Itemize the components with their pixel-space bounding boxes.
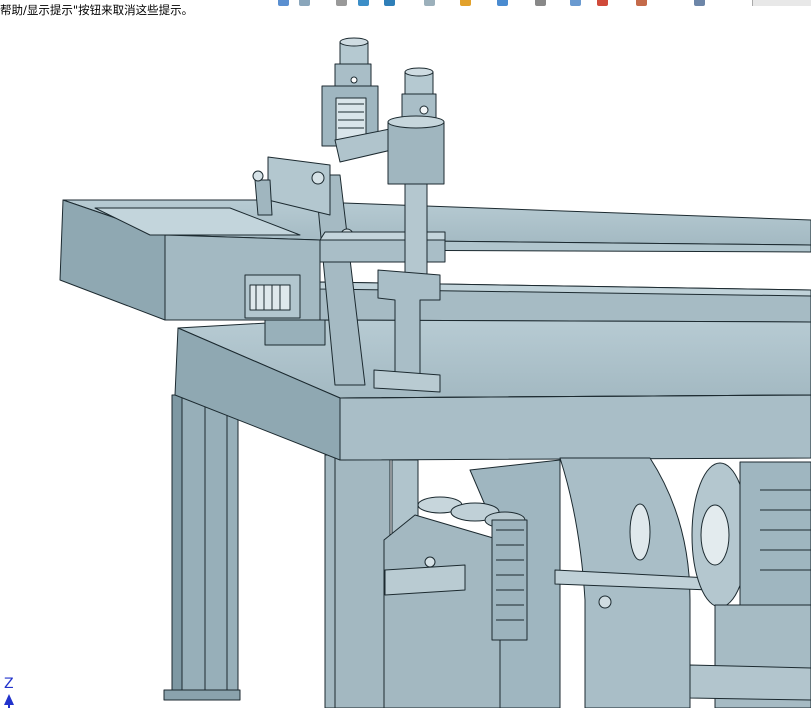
clipboard-icon[interactable] — [636, 0, 647, 6]
status-hint: 帮助/显示提示"按钮来取消这些提示。 — [0, 3, 194, 17]
z-axis-stem — [8, 700, 10, 708]
reducer-housing[interactable] — [554, 457, 711, 708]
window-icon[interactable] — [694, 0, 705, 6]
chart-icon[interactable] — [497, 0, 508, 6]
table-leg-left[interactable] — [163, 384, 241, 701]
document-icon[interactable] — [570, 0, 581, 6]
box-icon[interactable] — [384, 0, 395, 6]
delete-icon[interactable] — [597, 0, 608, 6]
cylinder-left[interactable] — [321, 37, 379, 147]
box-icon[interactable] — [358, 0, 369, 6]
cursor-icon[interactable] — [336, 0, 347, 6]
new-file-icon[interactable] — [278, 0, 289, 6]
gear-icon[interactable] — [460, 0, 471, 6]
wrench-icon[interactable] — [535, 0, 546, 6]
sphere-icon[interactable] — [424, 0, 435, 6]
3d-viewport[interactable] — [0, 18, 811, 708]
help-icon[interactable] — [752, 0, 811, 6]
z-axis-label: Z — [4, 676, 14, 692]
cube-icon[interactable] — [299, 0, 310, 6]
table-leg-center[interactable] — [324, 454, 391, 708]
motor[interactable] — [689, 461, 811, 708]
